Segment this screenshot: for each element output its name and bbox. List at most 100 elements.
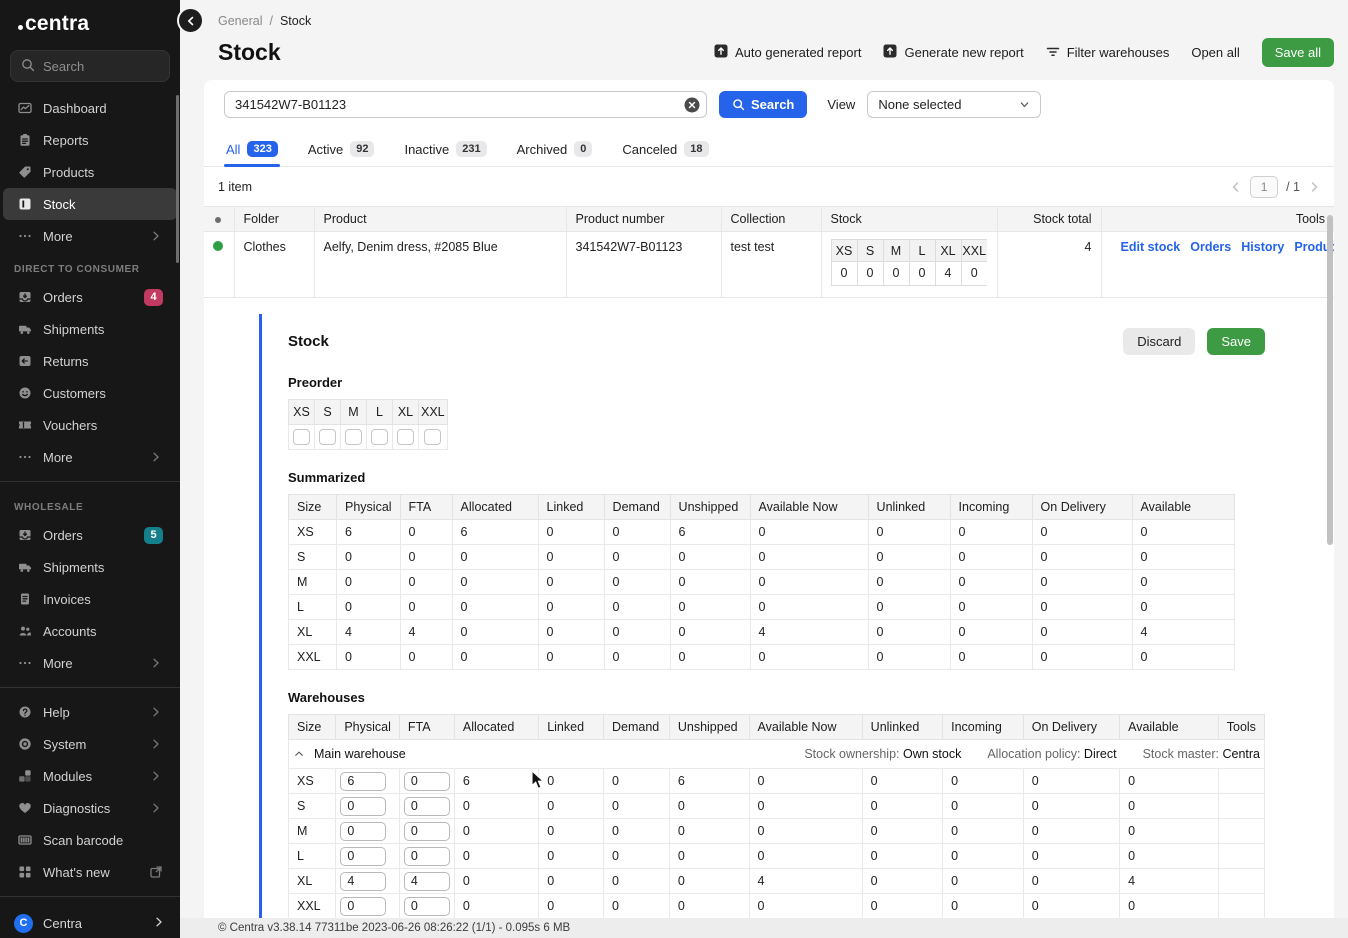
preorder-input[interactable]: [293, 429, 310, 445]
header-actions: Auto generated report Generate new repor…: [714, 38, 1334, 67]
warehouse-cell: 0: [862, 894, 942, 919]
sidebar-search-input[interactable]: Search: [10, 50, 170, 82]
summarized-column-header: Available: [1132, 495, 1234, 520]
auto-generated-report-button[interactable]: Auto generated report: [714, 44, 861, 61]
sidebar-item-more[interactable]: More: [3, 441, 177, 473]
tool-link-history[interactable]: History: [1241, 240, 1284, 254]
sidebar-item-stock[interactable]: Stock: [3, 188, 177, 220]
summarized-table: SizePhysicalFTAAllocatedLinkedDemandUnsh…: [288, 494, 1265, 670]
sidebar-account[interactable]: C Centra: [0, 905, 180, 938]
physical-input[interactable]: [340, 797, 386, 816]
sidebar-item-orders[interactable]: Orders5: [3, 519, 177, 551]
status-tabs: All323 Active92 Inactive231 Archived0 Cancel…: [204, 137, 1334, 167]
save-button[interactable]: Save: [1207, 328, 1265, 355]
fta-input[interactable]: [404, 897, 450, 916]
sidebar-item-orders[interactable]: Orders4: [3, 281, 177, 313]
sidebar-item-returns[interactable]: Returns: [3, 345, 177, 377]
search-button[interactable]: Search: [719, 91, 807, 118]
summarized-cell: 0: [670, 545, 750, 570]
tool-link-edit-stock[interactable]: Edit stock: [1121, 240, 1181, 254]
tab-archived[interactable]: Archived0: [515, 137, 595, 166]
warehouse-cell: 0: [943, 769, 1024, 794]
content-scrollbar[interactable]: [1327, 215, 1333, 545]
physical-input[interactable]: [340, 872, 386, 891]
clear-search-icon[interactable]: [684, 97, 700, 113]
row-stock-total: 4: [997, 232, 1101, 298]
item-count: 1 item: [218, 180, 252, 194]
warehouse-cell: 0: [862, 819, 942, 844]
search-input[interactable]: [224, 91, 707, 118]
summarized-cell: 0: [950, 620, 1032, 645]
preorder-input[interactable]: [371, 429, 388, 445]
more-icon: [17, 656, 32, 671]
tab-canceled[interactable]: Canceled18: [620, 137, 710, 166]
sidebar-item-reports[interactable]: Reports: [3, 124, 177, 156]
sidebar-item-invoices[interactable]: Invoices: [3, 583, 177, 615]
sidebar-collapse-button[interactable]: [177, 7, 204, 34]
tab-inactive[interactable]: Inactive231: [402, 137, 488, 166]
physical-input[interactable]: [340, 847, 386, 866]
fta-input[interactable]: [404, 872, 450, 891]
tab-all[interactable]: All323: [224, 137, 280, 166]
fta-input[interactable]: [404, 797, 450, 816]
size-header: XS: [289, 400, 315, 425]
sidebar-item-vouchers[interactable]: Vouchers: [3, 409, 177, 441]
filter-warehouses-button[interactable]: Filter warehouses: [1046, 44, 1170, 61]
save-all-button[interactable]: Save all: [1262, 38, 1334, 67]
summarized-column-header: Unlinked: [868, 495, 950, 520]
sidebar-item-scan-barcode[interactable]: Scan barcode: [3, 824, 177, 856]
breadcrumb-parent[interactable]: General: [218, 14, 262, 28]
tool-link-orders[interactable]: Orders: [1190, 240, 1231, 254]
size-header: S: [315, 400, 341, 425]
sidebar-item-more[interactable]: More: [3, 647, 177, 679]
sidebar-item-help[interactable]: Help: [3, 696, 177, 728]
page-prev-icon[interactable]: [1230, 181, 1242, 193]
view-select[interactable]: None selected: [867, 91, 1041, 118]
sidebar-item-modules[interactable]: Modules: [3, 760, 177, 792]
sidebar-item-label: Vouchers: [43, 418, 97, 433]
sidebar-item-shipments[interactable]: Shipments: [3, 551, 177, 583]
table-row[interactable]: Clothes Aelfy, Denim dress, #2085 Blue 3…: [204, 232, 1334, 298]
physical-input[interactable]: [340, 822, 386, 841]
page-input[interactable]: [1250, 176, 1278, 198]
summarized-cell: 0: [604, 620, 670, 645]
fta-input[interactable]: [404, 822, 450, 841]
sidebar-item-more[interactable]: More: [3, 220, 177, 252]
page-next-icon[interactable]: [1308, 181, 1320, 193]
preorder-table: XSSMLXLXXL: [288, 399, 1265, 450]
tab-label: Active: [308, 142, 343, 157]
fta-input[interactable]: [404, 772, 450, 791]
warehouse-cell: 0: [749, 819, 862, 844]
discard-button[interactable]: Discard: [1123, 328, 1195, 355]
warehouse-cell: 0: [749, 769, 862, 794]
preorder-input[interactable]: [424, 429, 441, 445]
sidebar-item-products[interactable]: Products: [3, 156, 177, 188]
warehouse-physical-cell: [336, 819, 400, 844]
summarized-column-header: Demand: [604, 495, 670, 520]
warehouse-tools-cell: [1218, 844, 1264, 869]
open-all-button[interactable]: Open all: [1191, 45, 1239, 60]
physical-input[interactable]: [340, 772, 386, 791]
sidebar-item-shipments[interactable]: Shipments: [3, 313, 177, 345]
sidebar-item-system[interactable]: System: [3, 728, 177, 760]
warehouse-cell: 0: [539, 844, 604, 869]
sidebar-item-accounts[interactable]: Accounts: [3, 615, 177, 647]
preorder-input[interactable]: [345, 429, 362, 445]
warehouses-data-table: SizePhysicalFTAAllocatedLinkedDemandUnsh…: [288, 714, 1265, 918]
summarized-cell: 0: [1132, 645, 1234, 670]
warehouse-fta-cell: [399, 894, 454, 919]
caret-up-icon[interactable]: [293, 748, 305, 760]
tab-active[interactable]: Active92: [306, 137, 377, 166]
physical-input[interactable]: [340, 897, 386, 916]
warehouses-column-header: Incoming: [943, 715, 1024, 740]
sidebar-scrollbar[interactable]: [176, 95, 179, 263]
preorder-input[interactable]: [397, 429, 414, 445]
generate-new-report-button[interactable]: Generate new report: [883, 44, 1023, 61]
preorder-input[interactable]: [319, 429, 336, 445]
sidebar-item-customers[interactable]: Customers: [3, 377, 177, 409]
fta-input[interactable]: [404, 847, 450, 866]
preorder-cell: [289, 425, 315, 450]
sidebar-item-what-s-new[interactable]: What's new: [3, 856, 177, 888]
sidebar-item-dashboard[interactable]: Dashboard: [3, 92, 177, 124]
sidebar-item-diagnostics[interactable]: Diagnostics: [3, 792, 177, 824]
